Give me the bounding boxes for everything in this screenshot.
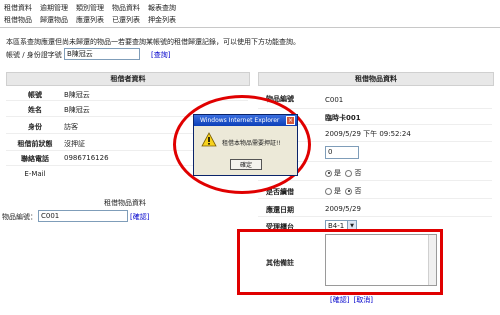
menu-category[interactable]: 類別管理: [72, 2, 108, 14]
ok-button[interactable]: 確定: [230, 159, 262, 170]
value-item-name: 臨時卡001: [325, 114, 361, 122]
item-number-input[interactable]: C001: [38, 210, 128, 222]
main-menu: 租借資料 逾期管理 類別管理 物品資料 報表查詢: [0, 2, 500, 14]
radio-yes-1[interactable]: [325, 169, 332, 177]
confirm-link[interactable]: [確認]: [330, 296, 349, 304]
alert-dialog: Windows Internet Explorer × 租借本物品需要押証!! …: [193, 114, 298, 176]
radio-no-label: 否: [354, 187, 362, 195]
borrow-item-title: 租借物品資料: [104, 199, 146, 207]
close-icon[interactable]: ×: [286, 116, 295, 125]
value-borrow-datetime: 2009/5/29 下午 09:52:24: [325, 130, 411, 138]
highlight-rectangle: [237, 229, 443, 295]
value-phone: 0986716126: [64, 154, 109, 162]
label-name: 姓名: [28, 106, 42, 114]
item-number-label: 物品編號：: [2, 213, 37, 221]
borrower-header: 租借者資料: [6, 72, 250, 86]
submenu-due-list[interactable]: 應還列表: [72, 14, 108, 26]
radio-no-renew[interactable]: [345, 187, 353, 195]
submenu-deposit-list[interactable]: 押金列表: [144, 14, 180, 26]
account-label: 帳號 / 身份證字號: [6, 51, 62, 59]
radio-group-renew: 是 否: [325, 186, 361, 196]
item-header: 租借物品資料: [258, 72, 494, 86]
radio-yes-label: 是: [334, 169, 341, 177]
quantity-input[interactable]: 0: [325, 146, 359, 159]
form-actions: [確認] [取消]: [330, 295, 377, 305]
dialog-message: 租借本物品需要押証!!: [222, 140, 281, 147]
sub-menu: 租借物品 歸還物品 應還列表 已還列表 押金列表: [0, 14, 500, 26]
menu-overdue[interactable]: 逾期管理: [36, 2, 72, 14]
notice-text: 本區系查詢應還但尚未歸還的物品一若要查詢某帳號的租借歸還記錄，可以使用下方功能查…: [6, 38, 300, 46]
row-divider: [258, 180, 492, 181]
radio-no-label: 否: [354, 169, 362, 177]
radio-no-1[interactable]: [345, 169, 353, 177]
menu-reports[interactable]: 報表查詢: [144, 2, 180, 14]
menu-divider: [0, 27, 500, 28]
dialog-title: Windows Internet Explorer: [194, 115, 297, 126]
row-divider: [258, 108, 492, 109]
label-phone: 聯絡電話: [21, 155, 49, 163]
row-divider: [258, 216, 492, 217]
radio-yes-label: 是: [334, 187, 341, 195]
account-search-link[interactable]: [查詢]: [151, 50, 170, 60]
value-status: 沒押証: [64, 140, 85, 148]
item-confirm-link[interactable]: [確認]: [130, 212, 149, 222]
submenu-borrow[interactable]: 租借物品: [0, 14, 36, 26]
submenu-returned-list[interactable]: 已還列表: [108, 14, 144, 26]
menu-items[interactable]: 物品資料: [108, 2, 144, 14]
radio-yes-renew[interactable]: [325, 187, 332, 195]
cancel-link[interactable]: [取消]: [353, 296, 372, 304]
row-divider: [258, 198, 492, 199]
value-return-date: 2009/5/29: [325, 205, 361, 213]
value-account: B陳冠云: [64, 91, 90, 99]
radio-group-1: 是 否: [325, 168, 361, 178]
account-input[interactable]: B陳冠云: [64, 48, 140, 60]
label-identity: 身份: [28, 123, 42, 131]
warning-icon: [201, 132, 217, 147]
value-item-code: C001: [325, 96, 344, 104]
value-identity: 訪客: [64, 123, 78, 131]
menu-rental-data[interactable]: 租借資料: [0, 2, 36, 14]
value-name: B陳冠云: [64, 106, 90, 114]
submenu-return[interactable]: 歸還物品: [36, 14, 72, 26]
label-email: E-Mail: [24, 170, 46, 178]
label-return-date: 應還日期: [266, 206, 294, 214]
label-status: 租借前狀態: [17, 140, 53, 148]
label-account: 帳號: [28, 91, 42, 99]
